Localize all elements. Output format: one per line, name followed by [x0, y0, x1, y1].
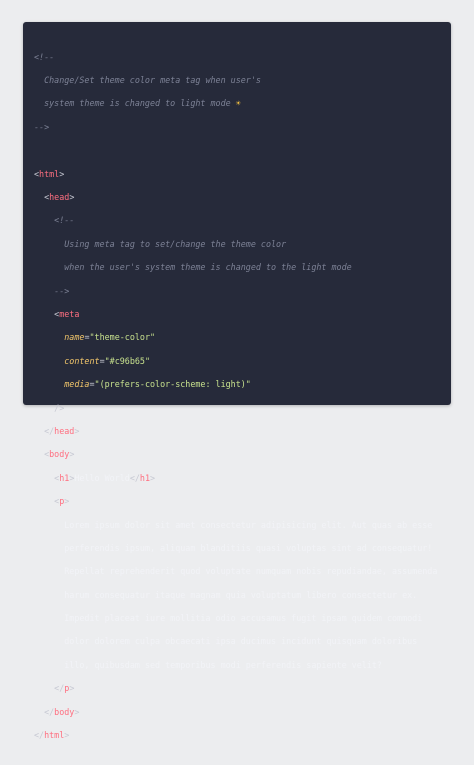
code-line: --> — [34, 122, 441, 134]
code-block: <!-- Change/Set theme color meta tag whe… — [34, 40, 441, 765]
attr-media: media — [64, 379, 90, 390]
comment-close: --> — [54, 285, 70, 296]
comment-text: when the user's system theme is changed … — [64, 262, 352, 273]
code-line: <h1>Hello World</h1> — [34, 472, 156, 483]
code-line: <!-- — [34, 215, 441, 227]
code-line: Repellat reprehenderit quod voluptate nu… — [34, 566, 441, 578]
paragraph-text: perferendis ipsum, aliquam blanditiis qu… — [64, 542, 433, 553]
sun-icon: ☀ — [235, 98, 241, 109]
code-line: system theme is changed to light mode ☀ — [34, 98, 441, 110]
comment-close: --> — [34, 121, 50, 132]
code-line: </p> — [34, 683, 75, 694]
tag-body-open: body — [49, 449, 70, 460]
code-line: name="theme-color" — [64, 332, 156, 343]
paragraph-text: Lorem ipsum dolor sit amet consectetur a… — [64, 519, 433, 530]
paragraph-text: illo, quibusdam sed temporibus modi perf… — [64, 659, 382, 670]
tag-h1-open: h1 — [59, 472, 70, 483]
paragraph-text: Impedit placeat iure mollitia odio accus… — [64, 613, 423, 624]
code-line: harum consequatur itaque magnam quia vol… — [34, 590, 441, 602]
code-line: </head> — [34, 425, 80, 436]
comment-open: <!-- — [34, 51, 55, 62]
code-line: <meta — [34, 309, 80, 319]
code-line: illo, quibusdam sed temporibus modi perf… — [34, 660, 441, 672]
code-line: </body> — [34, 706, 80, 717]
code-line: Impedit placeat iure mollitia odio accus… — [34, 613, 441, 625]
h1-text: Hello World — [74, 472, 130, 483]
code-line: --> — [34, 286, 441, 298]
code-line: Using meta tag to set/change the theme c… — [34, 239, 441, 251]
code-line: /> — [34, 403, 441, 415]
code-snippet-card: <!-- Change/Set theme color meta tag whe… — [23, 22, 451, 740]
code-line: </html> — [34, 730, 70, 741]
code-line: media="(prefers-color-scheme: light)" — [64, 379, 251, 390]
code-line: dolor dolorem culpa obcaecati ipsa ducim… — [34, 636, 441, 648]
paragraph-text: dolor dolorem culpa obcaecati ipsa ducim… — [64, 636, 418, 647]
code-line: when the user's system theme is changed … — [34, 262, 441, 274]
code-line: <html> — [34, 168, 65, 179]
tag-h1-close: h1 — [139, 472, 151, 483]
comment-open: <!-- — [54, 215, 75, 226]
tag-html-close: html — [44, 730, 65, 741]
comment-text: system theme is changed to light mode — [44, 98, 231, 109]
attr-value-media: "(prefers-color-scheme: light)" — [94, 379, 251, 390]
comment-text: Using meta tag to set/change the theme c… — [64, 238, 287, 249]
comment-text: Change/Set theme color meta tag when use… — [44, 75, 261, 86]
tag-html-open: html — [39, 168, 60, 179]
self-close: /> — [54, 402, 65, 413]
attr-value-content: "#c96b65" — [104, 355, 150, 366]
code-line: Lorem ipsum dolor sit amet consectetur a… — [34, 520, 441, 532]
code-line: <p> — [34, 496, 70, 507]
attr-content: content — [64, 355, 100, 366]
code-line: <body> — [34, 449, 75, 460]
code-line: content="#c96b65" — [64, 355, 150, 366]
attr-value-name: "theme-color" — [89, 332, 156, 343]
code-line: Change/Set theme color meta tag when use… — [34, 75, 441, 87]
tag-head-close: head — [54, 425, 75, 436]
tag-meta: meta — [59, 309, 80, 319]
tag-head-open: head — [49, 192, 70, 203]
attr-name: name — [64, 332, 85, 343]
tag-body-close: body — [54, 706, 75, 717]
code-line: perferendis ipsum, aliquam blanditiis qu… — [34, 543, 441, 555]
code-line: <head> — [34, 192, 75, 203]
code-line: <!-- — [34, 52, 441, 64]
paragraph-text: harum consequatur itaque magnam quia vol… — [64, 589, 418, 600]
paragraph-text: Repellat reprehenderit quod voluptate nu… — [64, 566, 438, 577]
